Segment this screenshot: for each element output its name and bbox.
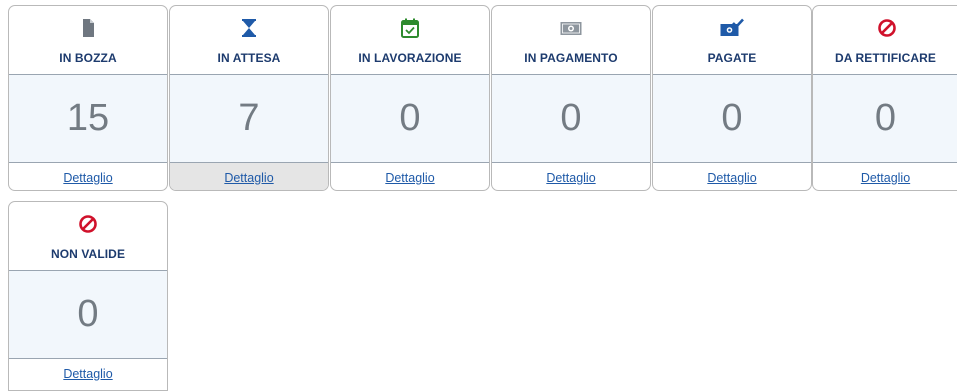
card-footer: Dettaglio <box>653 163 811 190</box>
prohibited-icon <box>79 215 97 233</box>
card-count: 15 <box>9 74 167 163</box>
hourglass-icon <box>242 19 256 37</box>
detail-link[interactable]: Dettaglio <box>63 367 112 381</box>
card-footer: Dettaglio <box>9 359 167 388</box>
banknote-icon <box>560 22 582 35</box>
detail-link[interactable]: Dettaglio <box>707 171 756 185</box>
status-card-da-rettificare: DA RETTIFICARE 0 Dettaglio <box>812 5 957 191</box>
card-count: 0 <box>9 270 167 359</box>
card-header: DA RETTIFICARE <box>813 6 957 74</box>
status-card-pagate: PAGATE 0 Dettaglio <box>652 5 812 191</box>
detail-link[interactable]: Dettaglio <box>546 171 595 185</box>
document-icon <box>83 19 94 37</box>
status-card-in-lavorazione: IN LAVORAZIONE 0 Dettaglio <box>330 5 490 191</box>
detail-link[interactable]: Dettaglio <box>385 171 434 185</box>
card-count: 7 <box>170 74 328 163</box>
card-header: IN BOZZA <box>9 6 167 74</box>
card-count: 0 <box>813 74 957 163</box>
status-card-in-bozza: IN BOZZA 15 Dettaglio <box>8 5 168 191</box>
card-header: PAGATE <box>653 6 811 74</box>
detail-link[interactable]: Dettaglio <box>861 171 910 185</box>
detail-link[interactable]: Dettaglio <box>63 171 112 185</box>
card-label: PAGATE <box>707 51 757 65</box>
detail-link[interactable]: Dettaglio <box>224 171 273 185</box>
card-footer: Dettaglio <box>331 163 489 190</box>
status-card-non-valide: NON VALIDE 0 Dettaglio <box>8 201 168 391</box>
status-card-in-pagamento: IN PAGAMENTO 0 Dettaglio <box>491 5 651 191</box>
card-label: IN BOZZA <box>59 51 117 65</box>
card-label: IN ATTESA <box>217 51 281 65</box>
card-header: IN LAVORAZIONE <box>331 6 489 74</box>
card-header: NON VALIDE <box>9 202 167 270</box>
card-label: IN LAVORAZIONE <box>358 51 462 65</box>
card-label: NON VALIDE <box>50 247 126 261</box>
card-label: IN PAGAMENTO <box>524 51 618 65</box>
card-header: IN PAGAMENTO <box>492 6 650 74</box>
card-footer: Dettaglio <box>170 163 328 190</box>
card-header: IN ATTESA <box>170 6 328 74</box>
card-footer: Dettaglio <box>492 163 650 190</box>
calendar-check-icon <box>401 18 419 38</box>
card-count: 0 <box>492 74 650 163</box>
card-footer: Dettaglio <box>813 163 957 190</box>
card-count: 0 <box>331 74 489 163</box>
card-label: DA RETTIFICARE <box>835 51 936 65</box>
card-count: 0 <box>653 74 811 163</box>
banknote-check-icon <box>720 18 744 36</box>
card-footer: Dettaglio <box>9 163 167 190</box>
status-card-in-attesa: IN ATTESA 7 Dettaglio <box>169 5 329 191</box>
prohibited-icon <box>878 19 896 37</box>
